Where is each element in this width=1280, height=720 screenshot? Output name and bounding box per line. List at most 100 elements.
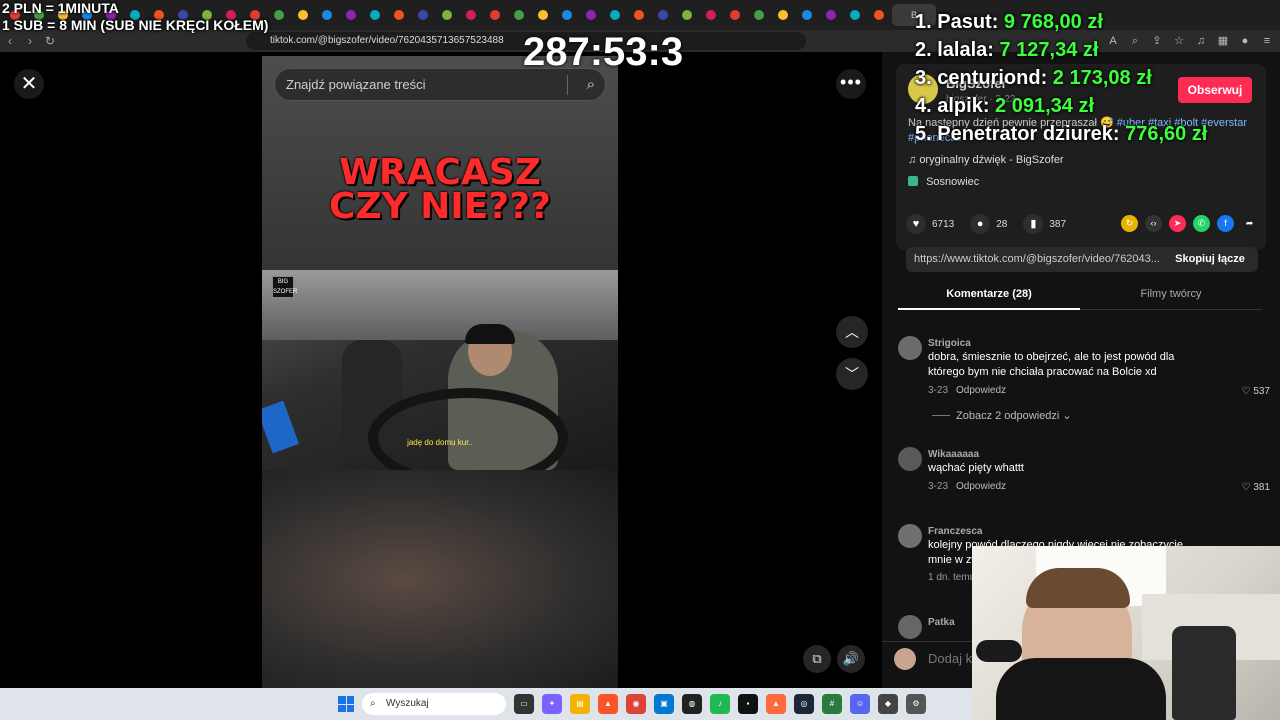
- my-avatar: [894, 648, 916, 670]
- copy-link-button[interactable]: Skopiuj łącze: [1162, 247, 1258, 272]
- facebook-icon[interactable]: f: [1217, 215, 1234, 232]
- reply-button[interactable]: Odpowiedz: [956, 481, 1006, 492]
- browser-tab[interactable]: [460, 4, 482, 26]
- spotify-icon[interactable]: ♪: [710, 694, 730, 714]
- store-icon[interactable]: ▣: [654, 694, 674, 714]
- reply-button[interactable]: Odpowiedz: [956, 385, 1006, 396]
- comment-user[interactable]: Wikaaaaaa: [928, 449, 979, 460]
- browser-tab[interactable]: [796, 4, 818, 26]
- close-button[interactable]: ✕: [14, 69, 44, 99]
- comment-avatar[interactable]: [898, 336, 922, 360]
- comment-item: Wikaaaaaa wąchać pięty whattt 3-23 Odpowi…: [898, 447, 1270, 497]
- browser-tab[interactable]: [700, 4, 722, 26]
- browser-tab[interactable]: [388, 4, 410, 26]
- browser-tab[interactable]: [412, 4, 434, 26]
- browser-tab[interactable]: [604, 4, 626, 26]
- like-button[interactable]: ♥ 6713: [906, 214, 954, 234]
- browser-tab[interactable]: [316, 4, 338, 26]
- browser-tab[interactable]: [652, 4, 674, 26]
- more-share-icon[interactable]: ➦: [1241, 215, 1258, 232]
- comment-avatar[interactable]: [898, 524, 922, 548]
- calculator-icon[interactable]: #: [822, 694, 842, 714]
- tab-comments[interactable]: Komentarze (28): [898, 288, 1080, 310]
- repost-icon[interactable]: ↻: [1121, 215, 1138, 232]
- chrome-icon[interactable]: ◉: [626, 694, 646, 714]
- comment-button[interactable]: ● 28: [970, 214, 1007, 234]
- view-replies-button[interactable]: Zobacz 2 odpowiedzi ⌄: [932, 409, 1072, 422]
- browser-tab[interactable]: [628, 4, 650, 26]
- share-link-url[interactable]: https://www.tiktok.com/@bigszofer/video/…: [914, 247, 1164, 272]
- settings-icon[interactable]: ⚙: [906, 694, 926, 714]
- comment-user[interactable]: Patka: [928, 617, 955, 628]
- tab-favicon-icon: [610, 10, 620, 20]
- browser-tab[interactable]: [676, 4, 698, 26]
- browser-tab[interactable]: [772, 4, 794, 26]
- video-bottom-blur: [262, 470, 618, 688]
- app-icon[interactable]: ◆: [878, 694, 898, 714]
- embed-icon[interactable]: ‹›: [1145, 215, 1162, 232]
- browser-tab[interactable]: [724, 4, 746, 26]
- leaderboard-amount: 7 127,34 zł: [999, 39, 1099, 61]
- app-icon[interactable]: ▪: [738, 694, 758, 714]
- browser-tab[interactable]: [364, 4, 386, 26]
- browser-tab[interactable]: [820, 4, 842, 26]
- browser-tab[interactable]: [268, 4, 290, 26]
- discord-icon[interactable]: ☺: [850, 694, 870, 714]
- browser-tab[interactable]: [484, 4, 506, 26]
- browser-tab[interactable]: [292, 4, 314, 26]
- tab-favicon-icon: [466, 10, 476, 20]
- browser-tab[interactable]: [508, 4, 530, 26]
- comment-input[interactable]: Dodaj k: [928, 651, 972, 666]
- location-link[interactable]: Sosnowiec: [908, 176, 979, 188]
- save-button[interactable]: ▮ 387: [1023, 214, 1066, 234]
- panel-tabs: Komentarze (28) Filmy twórcy: [898, 280, 1262, 310]
- comment-user[interactable]: Strigoica: [928, 338, 971, 349]
- browser-tab[interactable]: [868, 4, 890, 26]
- tab-favicon-icon: [322, 10, 332, 20]
- webcam-gaming-chair: [1172, 626, 1236, 720]
- comment-like[interactable]: ♡ 537: [1242, 386, 1270, 397]
- comment-count: 28: [996, 218, 1008, 230]
- task-view-icon[interactable]: ▭: [514, 694, 534, 714]
- send-icon[interactable]: ➤: [1169, 215, 1186, 232]
- leaderboard-name: 5. Penetrator dziurek:: [915, 123, 1120, 145]
- search-placeholder: Znajdź powiązane treści: [286, 77, 426, 92]
- browser-tab[interactable]: [556, 4, 578, 26]
- browser-tab[interactable]: [844, 4, 866, 26]
- steam-icon[interactable]: ◎: [794, 694, 814, 714]
- taskbar-search[interactable]: ⌕ Wyszukaj: [362, 693, 506, 715]
- volume-icon[interactable]: 🔊: [837, 645, 865, 673]
- browser-tab[interactable]: [340, 4, 362, 26]
- comment-avatar[interactable]: [898, 447, 922, 471]
- back-icon[interactable]: ‹: [0, 34, 20, 48]
- comment-like[interactable]: ♡ 381: [1242, 482, 1270, 493]
- browser-tab[interactable]: [436, 4, 458, 26]
- brave-icon[interactable]: ▲: [598, 694, 618, 714]
- tab-creator-videos[interactable]: Filmy twórcy: [1080, 288, 1262, 300]
- whatsapp-icon[interactable]: ✆: [1193, 215, 1210, 232]
- brave-browser-icon[interactable]: ▲: [766, 694, 786, 714]
- browser-tab[interactable]: [580, 4, 602, 26]
- browser-tab[interactable]: [532, 4, 554, 26]
- copilot-icon[interactable]: ✦: [542, 694, 562, 714]
- comment-user[interactable]: Franczesca: [928, 526, 982, 537]
- comment-avatar[interactable]: [898, 615, 922, 639]
- pip-icon[interactable]: ⧉: [803, 645, 831, 673]
- microphone: [976, 640, 1022, 662]
- browser-tab[interactable]: [748, 4, 770, 26]
- reload-icon[interactable]: ↻: [40, 34, 60, 48]
- obs-icon[interactable]: ◍: [682, 694, 702, 714]
- comment-date: 1 dn. temu: [928, 572, 976, 583]
- channel-logo-badge: BIG SZOFER: [272, 276, 297, 298]
- more-options-button[interactable]: •••: [836, 69, 866, 99]
- forward-icon[interactable]: ›: [20, 34, 40, 48]
- sound-link[interactable]: ♫ oryginalny dźwięk - BigSzofer: [908, 154, 1064, 166]
- comment-like-count: 537: [1253, 386, 1270, 397]
- file-explorer-icon[interactable]: ▤: [570, 694, 590, 714]
- previous-video-button[interactable]: ︿: [836, 316, 868, 348]
- leaderboard-name: 4. alpik:: [915, 95, 990, 117]
- next-video-button[interactable]: ﹀: [836, 358, 868, 390]
- start-button[interactable]: [338, 696, 354, 712]
- video-subtitle: jadę do domu kur..: [407, 438, 473, 447]
- video-player[interactable]: WRACASZ CZY NIE??? BIG SZOFER jadę do do…: [262, 56, 618, 688]
